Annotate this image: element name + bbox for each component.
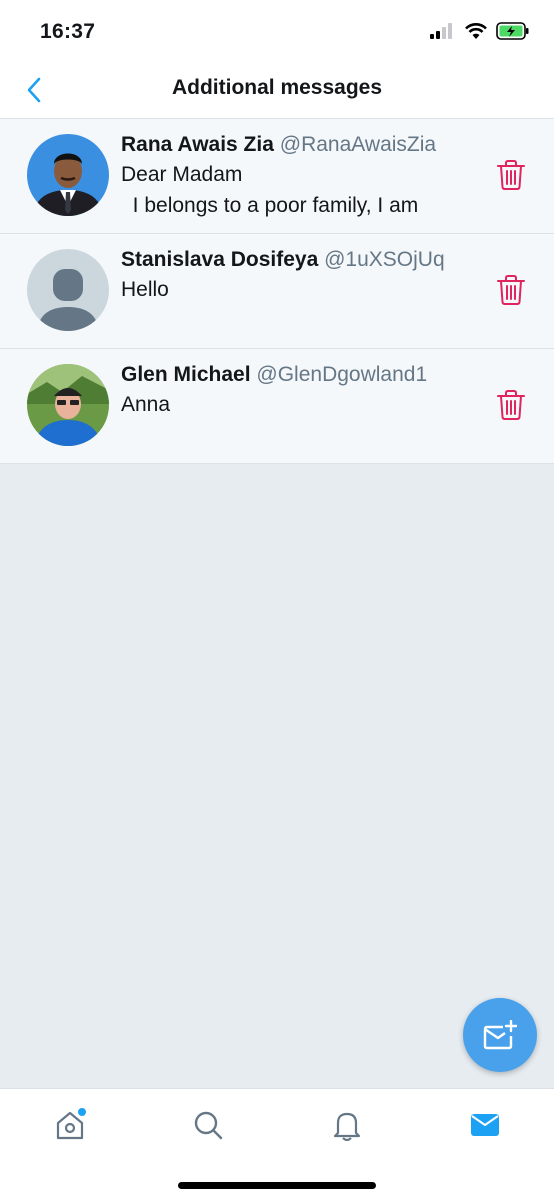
sender-name: Glen Michael	[121, 363, 251, 386]
sender-handle: @RanaAwaisZia	[279, 133, 437, 156]
tab-notifications[interactable]	[327, 1105, 367, 1145]
sender-name: Rana Awais Zia	[121, 133, 274, 156]
bell-icon	[333, 1112, 361, 1141]
trash-icon	[497, 390, 525, 420]
wifi-icon	[465, 23, 487, 39]
message-text: Rana Awais Zia @RanaAwaisZia Dear Madam …	[121, 131, 476, 221]
avatar	[27, 134, 109, 216]
status-icons	[430, 22, 530, 40]
tab-home[interactable]	[50, 1105, 90, 1145]
status-bar: 16:37	[0, 0, 554, 62]
sender-line: Rana Awais Zia @RanaAwaisZia	[121, 131, 476, 159]
home-indicator	[178, 1182, 376, 1189]
new-message-icon	[483, 1020, 517, 1050]
new-message-button[interactable]	[463, 998, 537, 1072]
message-preview: Dear Madam I belongs to a poor family, I…	[121, 163, 419, 217]
status-time: 16:37	[40, 20, 96, 43]
message-text: Stanislava Dosifeya @1uXSOjUq Hello	[121, 246, 476, 305]
sender-line: Stanislava Dosifeya @1uXSOjUq	[121, 246, 476, 274]
sender-line: Glen Michael @GlenDgowland1	[121, 361, 476, 389]
message-row[interactable]: Stanislava Dosifeya @1uXSOjUq Hello	[0, 234, 554, 349]
navigation-bar: Additional messages	[0, 62, 554, 119]
message-row[interactable]: Glen Michael @GlenDgowland1 Anna	[0, 349, 554, 464]
message-text: Glen Michael @GlenDgowland1 Anna	[121, 361, 476, 420]
message-preview: Anna	[121, 393, 171, 416]
sender-handle: @GlenDgowland1	[256, 363, 428, 386]
trash-icon	[497, 275, 525, 305]
message-preview: Hello	[121, 278, 169, 301]
search-icon	[194, 1111, 223, 1140]
sender-handle: @1uXSOjUq	[324, 248, 445, 271]
avatar	[27, 249, 109, 331]
delete-button[interactable]	[496, 159, 526, 191]
tab-bar	[0, 1088, 554, 1201]
avatar	[27, 364, 109, 446]
message-list: Rana Awais Zia @RanaAwaisZia Dear Madam …	[0, 119, 554, 464]
envelope-icon	[471, 1114, 499, 1136]
battery-icon	[496, 22, 529, 40]
page-title: Additional messages	[171, 76, 383, 99]
sender-name: Stanislava Dosifeya	[121, 248, 319, 271]
trash-icon	[497, 160, 525, 190]
delete-button[interactable]	[496, 389, 526, 421]
home-icon	[56, 1108, 86, 1140]
signal-icon	[430, 23, 452, 39]
delete-button[interactable]	[496, 274, 526, 306]
tab-search[interactable]	[188, 1105, 228, 1145]
message-row[interactable]: Rana Awais Zia @RanaAwaisZia Dear Madam …	[0, 119, 554, 234]
tab-messages[interactable]	[465, 1105, 505, 1145]
